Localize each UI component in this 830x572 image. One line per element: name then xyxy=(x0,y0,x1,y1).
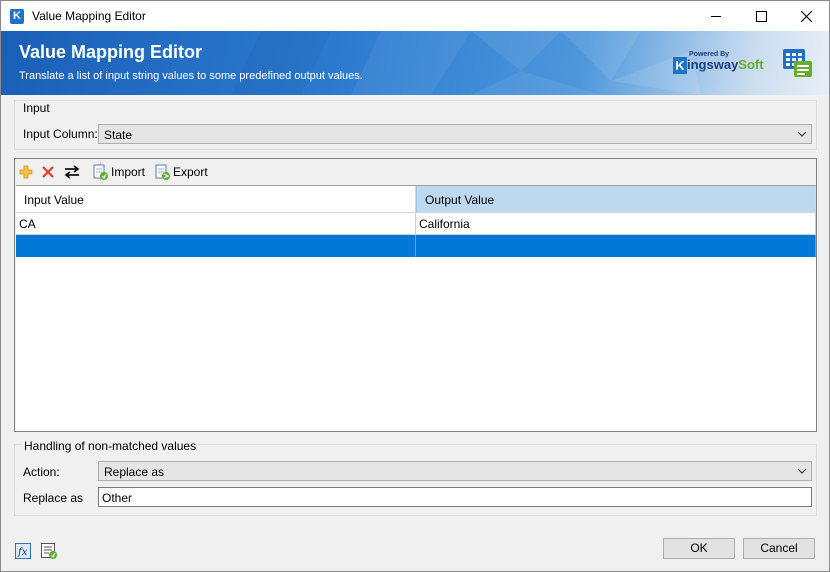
kingswaysoft-logo: Powered By K ingswaySoft xyxy=(673,51,765,77)
minimize-icon xyxy=(710,15,721,17)
column-header-input-value[interactable]: Input Value xyxy=(16,186,416,213)
cell-text: California xyxy=(419,217,470,231)
import-icon xyxy=(93,164,108,180)
output-value-cell[interactable] xyxy=(416,235,816,257)
input-column-label: Input Column: xyxy=(23,127,98,141)
banner-title: Value Mapping Editor xyxy=(19,42,203,62)
variables-list-icon[interactable] xyxy=(41,543,58,559)
title-bar: K Value Mapping Editor xyxy=(1,1,829,31)
add-icon xyxy=(19,165,33,179)
brand-name: ingswaySoft xyxy=(687,57,764,72)
mapping-grid[interactable]: Input Value Output Value CA California xyxy=(16,185,816,431)
chevron-down-icon xyxy=(797,468,807,474)
table-row-selected[interactable] xyxy=(16,235,816,257)
input-value-cell[interactable] xyxy=(16,235,416,257)
brand-name-prefix: ingsway xyxy=(687,57,739,72)
swap-button[interactable] xyxy=(64,163,80,181)
input-column-value: State xyxy=(104,128,133,142)
table-row[interactable]: CA California xyxy=(16,213,816,235)
replace-as-value: Other xyxy=(102,491,133,505)
maximize-icon xyxy=(755,10,767,22)
export-label: Export xyxy=(173,165,208,179)
delete-icon xyxy=(42,166,54,178)
cancel-button[interactable]: Cancel xyxy=(743,538,815,559)
ok-button[interactable]: OK xyxy=(663,538,735,559)
action-select[interactable]: Replace as xyxy=(98,461,812,481)
value-mapping-editor-window: K Value Mapping Editor Value Mapping Edi… xyxy=(0,0,830,572)
svg-text:fx: fx xyxy=(17,547,28,558)
add-row-button[interactable] xyxy=(19,163,33,181)
delete-row-button[interactable] xyxy=(41,163,55,181)
import-label: Import xyxy=(111,165,146,179)
cell-text: CA xyxy=(19,217,36,231)
action-label: Action: xyxy=(23,465,60,479)
brand-k-mark: K xyxy=(673,57,687,74)
output-value-cell[interactable]: California xyxy=(416,213,816,235)
export-button[interactable]: Export xyxy=(154,163,208,181)
app-icon: K xyxy=(10,9,24,24)
mapping-panel: Import Export Input Value Output Value C… xyxy=(14,158,817,432)
minimize-button[interactable] xyxy=(693,1,739,31)
mapping-toolbar: Import Export xyxy=(15,159,816,185)
close-icon xyxy=(800,10,812,22)
expression-fx-icon[interactable]: fx xyxy=(15,543,31,559)
import-button[interactable]: Import xyxy=(92,163,145,181)
maximize-button[interactable] xyxy=(738,1,784,31)
nonmatched-group-label: Handling of non-matched values xyxy=(23,439,198,453)
column-header-label: Input Value xyxy=(24,193,84,207)
column-header-output-value[interactable]: Output Value xyxy=(416,186,816,213)
input-group-label: Input xyxy=(23,101,50,115)
export-icon xyxy=(155,164,170,180)
window-title: Value Mapping Editor xyxy=(32,9,146,23)
column-header-label: Output Value xyxy=(425,193,495,207)
input-column-select[interactable]: State xyxy=(98,124,812,144)
banner-subtitle: Translate a list of input string values … xyxy=(19,70,363,82)
close-button[interactable] xyxy=(783,1,829,31)
brand-name-suffix: Soft xyxy=(738,57,764,72)
replace-as-input[interactable]: Other xyxy=(98,487,812,507)
swap-arrows-icon xyxy=(64,165,80,179)
action-value: Replace as xyxy=(104,465,165,479)
value-mapping-icon xyxy=(783,49,812,77)
header-banner: Value Mapping Editor Translate a list of… xyxy=(1,31,829,95)
replace-as-label: Replace as xyxy=(23,491,84,505)
chevron-down-icon xyxy=(797,131,807,137)
input-value-cell[interactable]: CA xyxy=(16,213,416,235)
